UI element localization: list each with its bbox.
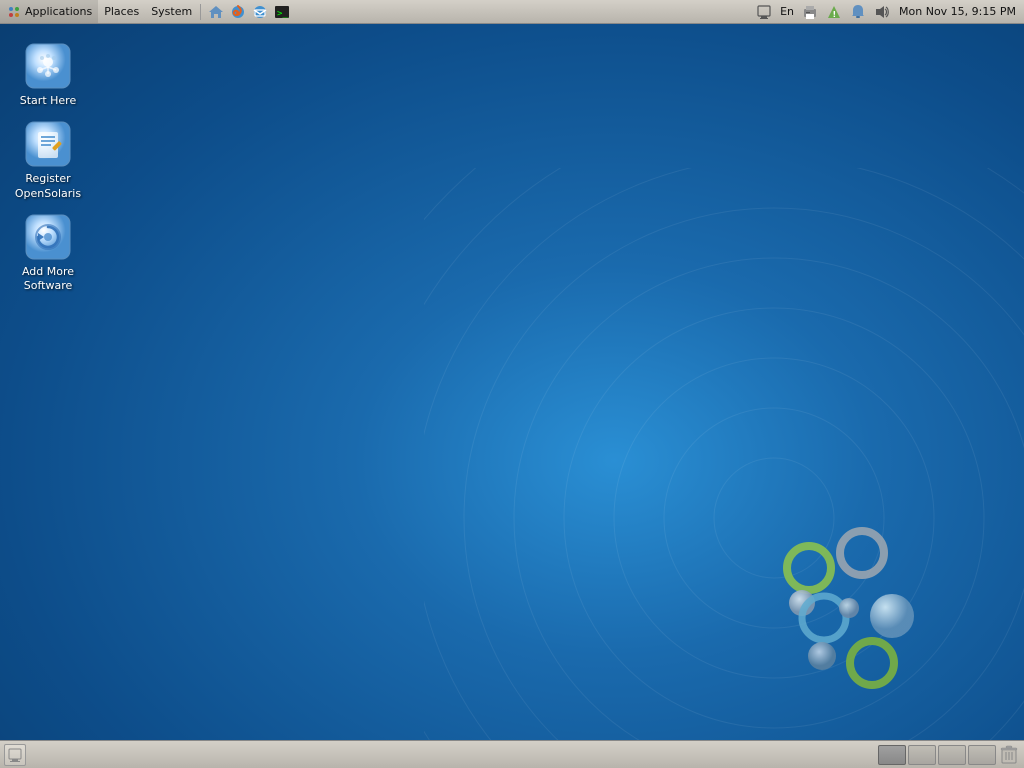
workspace-3-button[interactable] [938, 745, 966, 765]
top-panel: Applications Places System [0, 0, 1024, 24]
applications-menu[interactable]: Applications [0, 0, 98, 23]
system-menu-label: System [151, 5, 192, 18]
keyboard-layout-label: En [780, 5, 794, 18]
register-label: Register OpenSolaris [12, 172, 84, 201]
quick-launch-bar: >_ [203, 0, 295, 23]
volume-tray-icon[interactable] [871, 2, 893, 22]
network-tray-icon[interactable] [753, 2, 775, 22]
start-here-label: Start Here [20, 94, 76, 108]
register-opensolaris-icon[interactable]: Register OpenSolaris [8, 116, 88, 205]
printer-tray-icon[interactable] [799, 2, 821, 22]
opensolaris-logo [744, 508, 944, 708]
start-here-icon[interactable]: Start Here [8, 38, 88, 112]
add-software-icon-image [24, 213, 72, 261]
panel-right: En ! [749, 0, 1024, 23]
register-icon-image [24, 120, 72, 168]
places-menu[interactable]: Places [98, 0, 145, 23]
panel-separator-1 [200, 4, 201, 20]
add-more-software-icon[interactable]: Add More Software [8, 209, 88, 298]
thunderbird-button[interactable] [249, 1, 271, 23]
keyboard-layout-indicator[interactable]: En [777, 2, 797, 22]
start-here-icon-image [24, 42, 72, 90]
bottom-panel [0, 740, 1024, 768]
taskbar-right [874, 744, 1024, 766]
trash-button[interactable] [998, 744, 1020, 766]
applications-menu-icon [6, 4, 22, 20]
notify-tray-icon[interactable] [847, 2, 869, 22]
datetime-display[interactable]: Mon Nov 15, 9:15 PM [895, 2, 1020, 22]
background-circles [424, 168, 1024, 768]
datetime-text: Mon Nov 15, 9:15 PM [899, 5, 1016, 18]
workspace-2-button[interactable] [908, 745, 936, 765]
system-menu[interactable]: System [145, 0, 198, 23]
taskbar-left [0, 744, 30, 766]
workspace-1-button[interactable] [878, 745, 906, 765]
svg-text:!: ! [833, 10, 837, 19]
firefox-button[interactable] [227, 1, 249, 23]
home-button[interactable] [205, 1, 227, 23]
svg-text:>_: >_ [277, 9, 288, 19]
desktop: Start Here [0, 0, 1024, 768]
desktop-icons-container: Start Here [0, 30, 100, 305]
applications-menu-label: Applications [25, 5, 92, 18]
add-software-label: Add More Software [12, 265, 84, 294]
terminal-button[interactable]: >_ [271, 1, 293, 23]
places-menu-label: Places [104, 5, 139, 18]
workspace-4-button[interactable] [968, 745, 996, 765]
updates-tray-icon[interactable]: ! [823, 2, 845, 22]
show-desktop-button[interactable] [4, 744, 26, 766]
panel-left: Applications Places System [0, 0, 749, 23]
